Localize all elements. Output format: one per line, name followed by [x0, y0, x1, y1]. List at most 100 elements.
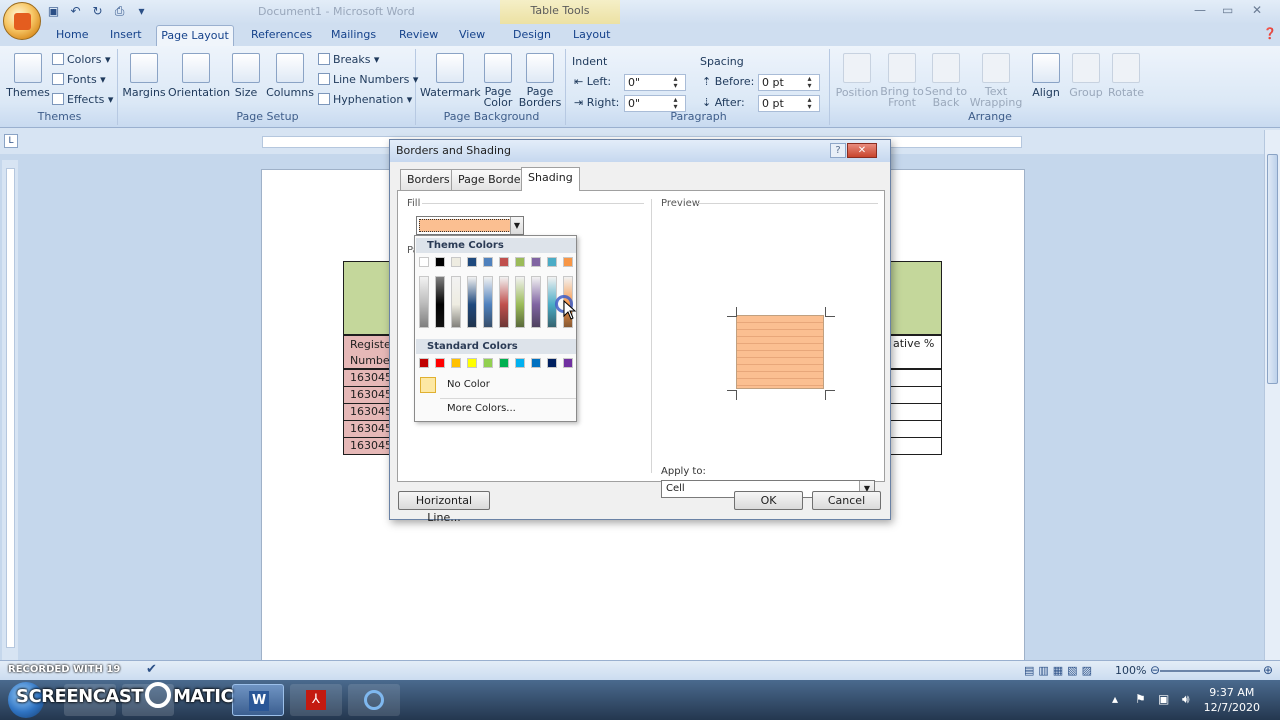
watermark-button[interactable]: Watermark	[420, 51, 481, 99]
standard-color-swatch[interactable]	[435, 358, 445, 368]
standard-color-swatch[interactable]	[467, 358, 477, 368]
more-colors-option[interactable]: More Colors...	[447, 403, 516, 414]
tray-expand-icon[interactable]: ▴	[1112, 692, 1118, 706]
tab-layout[interactable]: Layout	[573, 28, 610, 41]
system-clock[interactable]: 9:37 AM 12/7/2020	[1204, 685, 1260, 715]
table-cell[interactable]: 163045	[343, 403, 392, 421]
table-header-cell-left[interactable]	[343, 261, 391, 335]
tab-borders[interactable]: Borders	[400, 169, 457, 190]
taskbar-screencast[interactable]	[348, 684, 400, 716]
undo-icon[interactable]: ↶	[68, 4, 83, 19]
theme-color-swatch[interactable]	[435, 257, 445, 267]
text-wrapping-button[interactable]: Text Wrapping	[968, 51, 1024, 108]
effects-button[interactable]: Effects ▾	[52, 93, 113, 106]
fill-color-dropdown[interactable]: ▼	[416, 216, 524, 235]
theme-color-swatch[interactable]	[499, 257, 509, 267]
office-button[interactable]	[3, 2, 41, 40]
table-cell[interactable]: 163045	[343, 369, 392, 387]
minimize-icon[interactable]: —	[1194, 3, 1206, 17]
volume-icon[interactable]: 🔊︎	[1182, 692, 1190, 707]
fonts-button[interactable]: Fonts ▾	[52, 73, 106, 86]
theme-color-swatch[interactable]	[483, 257, 493, 267]
standard-color-swatch[interactable]	[483, 358, 493, 368]
standard-color-swatch[interactable]	[515, 358, 525, 368]
redo-icon[interactable]: ↻	[90, 4, 105, 19]
zoom-in-icon[interactable]: ⊕	[1263, 663, 1273, 677]
columns-button[interactable]: Columns	[266, 51, 314, 99]
tab-design[interactable]: Design	[513, 28, 551, 41]
theme-color-swatch[interactable]	[419, 257, 429, 267]
page-color-button[interactable]: Page Color	[476, 51, 520, 108]
close-window-icon[interactable]: ✕	[1252, 3, 1262, 17]
theme-color-shade-column[interactable]	[419, 276, 429, 328]
zoom-out-icon[interactable]: ⊖	[1150, 663, 1160, 677]
theme-color-swatch[interactable]	[547, 257, 557, 267]
zoom-level[interactable]: 100%	[1115, 664, 1146, 677]
standard-color-swatch[interactable]	[499, 358, 509, 368]
theme-color-shade-column[interactable]	[435, 276, 445, 328]
group-objects-button[interactable]: Group	[1064, 51, 1108, 99]
restore-icon[interactable]: ▭	[1222, 3, 1233, 17]
position-button[interactable]: Position	[832, 51, 882, 99]
table-cell[interactable]	[890, 420, 942, 438]
tab-review[interactable]: Review	[399, 28, 438, 41]
tab-home[interactable]: Home	[56, 28, 88, 41]
theme-color-shade-column[interactable]	[499, 276, 509, 328]
table-cell-cumulative-header[interactable]: ative %	[890, 335, 942, 369]
theme-color-shade-column[interactable]	[467, 276, 477, 328]
theme-color-swatch[interactable]	[563, 257, 573, 267]
size-button[interactable]: Size	[222, 51, 270, 99]
proofing-check-icon[interactable]: ✔	[146, 662, 157, 677]
standard-color-swatch[interactable]	[419, 358, 429, 368]
cancel-button[interactable]: Cancel	[812, 491, 881, 510]
send-to-back-button[interactable]: Send to Back	[922, 51, 970, 108]
theme-color-shade-column[interactable]	[531, 276, 541, 328]
breaks-button[interactable]: Breaks ▾	[318, 53, 379, 66]
margins-button[interactable]: Margins	[120, 51, 168, 99]
ok-button[interactable]: OK	[734, 491, 803, 510]
page-borders-button[interactable]: Page Borders	[516, 51, 564, 108]
theme-color-shade-column[interactable]	[451, 276, 461, 328]
table-cell[interactable]: 163045	[343, 386, 392, 404]
orientation-button[interactable]: Orientation	[168, 51, 230, 99]
theme-color-shade-column[interactable]	[515, 276, 525, 328]
scrollbar-thumb[interactable]	[1267, 154, 1278, 384]
table-cell[interactable]: 163045	[343, 420, 392, 438]
view-buttons[interactable]: ▤▥▦▧▨	[1024, 664, 1096, 677]
bring-to-front-button[interactable]: Bring to Front	[878, 51, 926, 108]
colors-button[interactable]: Colors ▾	[52, 53, 110, 66]
zoom-slider[interactable]	[1160, 670, 1260, 672]
line-numbers-button[interactable]: Line Numbers ▾	[318, 73, 418, 86]
tab-mailings[interactable]: Mailings	[331, 28, 376, 41]
standard-color-swatch[interactable]	[451, 358, 461, 368]
dialog-close-button[interactable]: ✕	[847, 143, 877, 158]
save-icon[interactable]: ▣	[46, 4, 61, 19]
print-preview-icon[interactable]: ⎙	[112, 4, 127, 19]
horizontal-line-button[interactable]: Horizontal Line...	[398, 491, 490, 524]
taskbar-word[interactable]: W	[232, 684, 284, 716]
chevron-down-icon[interactable]: ▼	[510, 217, 523, 234]
tab-references[interactable]: References	[251, 28, 312, 41]
table-cell[interactable]	[890, 437, 942, 455]
standard-color-swatch[interactable]	[563, 358, 573, 368]
theme-color-swatch[interactable]	[515, 257, 525, 267]
table-header-cell-right[interactable]	[890, 261, 942, 335]
table-cell-register-number[interactable]: Registe Numbe	[343, 335, 391, 369]
tab-page-border[interactable]: Page Border	[451, 169, 533, 190]
dialog-help-button[interactable]: ?	[830, 143, 846, 158]
rotate-button[interactable]: Rotate	[1104, 51, 1148, 99]
theme-color-swatch[interactable]	[467, 257, 477, 267]
indent-left-input[interactable]: 0"	[624, 74, 686, 91]
action-center-flag-icon[interactable]: ⚑	[1135, 692, 1146, 706]
tab-insert[interactable]: Insert	[110, 28, 142, 41]
themes-button[interactable]: Themes	[4, 51, 52, 99]
customize-qat-icon[interactable]: ▾	[134, 4, 149, 19]
tab-shading[interactable]: Shading	[521, 167, 580, 191]
network-icon[interactable]: ▣	[1158, 692, 1169, 706]
help-icon[interactable]: ❓	[1263, 27, 1277, 40]
table-cell[interactable]	[890, 403, 942, 421]
align-button[interactable]: Align	[1024, 51, 1068, 99]
theme-color-swatch[interactable]	[531, 257, 541, 267]
tab-view[interactable]: View	[459, 28, 485, 41]
table-cell[interactable]	[890, 369, 942, 387]
